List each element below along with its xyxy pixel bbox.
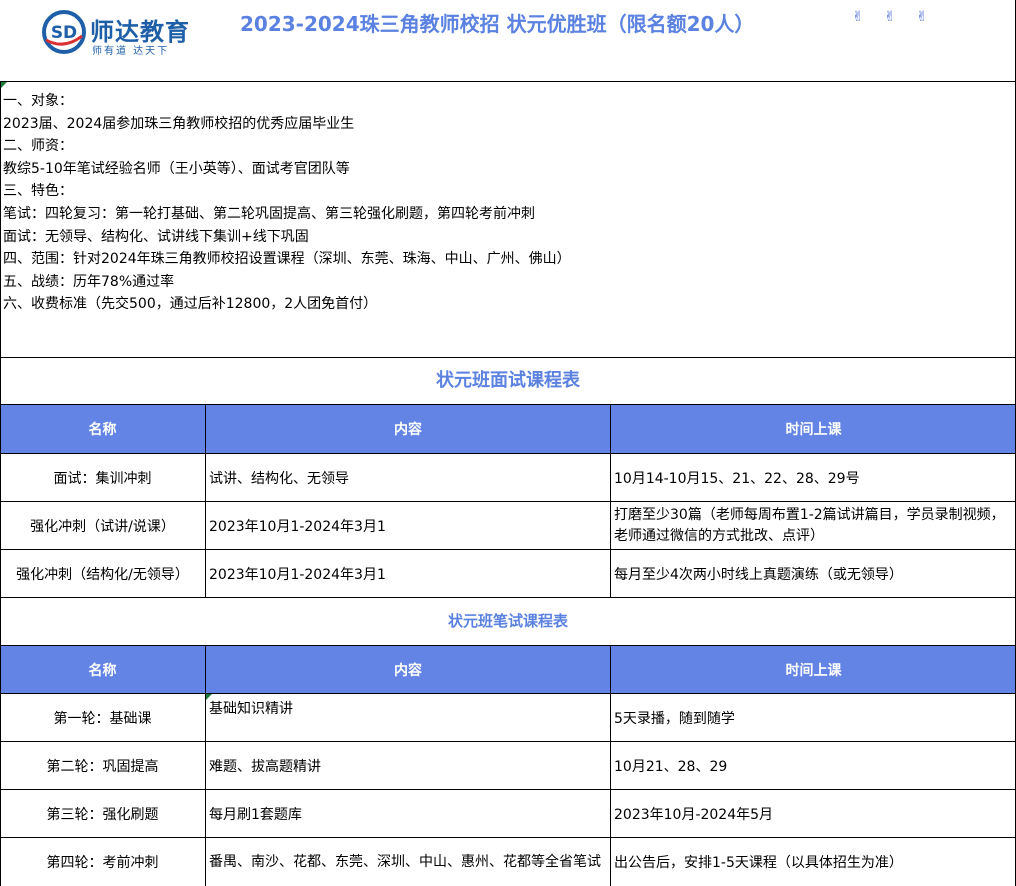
intro-line: 二、师资： <box>3 138 73 155</box>
table-cell: 第二轮：巩固提高 <box>46 758 159 775</box>
intro-line: 三、特色： <box>3 183 73 200</box>
svg-text:SD: SD <box>51 23 77 43</box>
table-cell: 2023年10月1-2024年3月1 <box>209 566 386 583</box>
cell-comment-marker <box>1 82 7 88</box>
column-header-content: 内容 <box>206 405 610 453</box>
intro-line: 五、战绩：历年78%通过率 <box>3 273 175 290</box>
column-header-time: 时间上课 <box>611 646 1016 693</box>
intro-line: 一、对象： <box>3 93 73 109</box>
victory-hand-icon: ✌ <box>852 9 864 25</box>
column-header-content: 内容 <box>206 646 610 693</box>
intro-line: 六、收费标准（先交500，通过后补12800，2人团免首付） <box>3 296 378 313</box>
victory-hand-icon: ✌ <box>916 9 928 25</box>
victory-hand-icon: ✌ <box>884 9 896 25</box>
intro-line: 笔试：四轮复习：第一轮打基础、第二轮巩固提高、第三轮强化刷题，第四轮考前冲刺 <box>3 205 535 222</box>
table-cell: 10月14-10月15、21、22、28、29号 <box>614 470 860 487</box>
table-cell: 每月至少4次两小时线上真题演练（或无领导） <box>614 566 903 583</box>
table-cell: 10月21、28、29 <box>614 758 728 775</box>
logo-slogan: 师有道 达天下 <box>92 46 170 57</box>
written-table-title: 状元班笔试课程表 <box>447 612 568 630</box>
table-cell: 打磨至少30篇（老师每周布置1-2篇试讲篇目，学员录制视频，老师通过微信的方式批… <box>614 506 1005 544</box>
table-cell: 出公告后，安排1-5天课程（以具体招生为准） <box>614 855 903 871</box>
column-header-name: 名称 <box>0 646 205 693</box>
intro-line: 四、范围：针对2024年珠三角教师校招设置课程（深圳、东莞、珠海、中山、广州、佛… <box>3 251 571 268</box>
table-cell: 每月刷1套题库 <box>209 806 302 823</box>
logo-icon: SD <box>42 10 86 54</box>
table-cell: 基础知识精讲 <box>209 701 293 717</box>
page-title: 2023-2024珠三角教师校招 状元优胜班（限名额20人） <box>240 12 755 36</box>
table-cell: 试讲、结构化、无领导 <box>209 470 349 487</box>
table-cell: 强化冲刺（结构化/无领导） <box>16 566 189 583</box>
interview-table-title: 状元班面试课程表 <box>436 370 580 391</box>
intro-line: 2023届、2024届参加珠三角教师校招的优秀应届毕业生 <box>3 115 355 132</box>
intro-line: 面试：无领导、结构化、试讲线下集训+线下巩固 <box>3 228 309 245</box>
column-header-time: 时间上课 <box>611 405 1016 453</box>
table-cell: 难题、拔高题精讲 <box>209 758 321 775</box>
table-cell: 第三轮：强化刷题 <box>46 806 159 823</box>
intro-line: 教综5-10年笔试经验名师（王小英等）、面试考官团队等 <box>3 160 350 177</box>
table-cell: 2023年10月1-2024年3月1 <box>209 518 386 535</box>
spreadsheet: SD 师达教育 师有道 达天下 2023-2024珠三角教师校招 状元优胜班（限… <box>0 0 1016 886</box>
table-cell: 第四轮：考前冲刺 <box>46 855 159 871</box>
cell-comment-marker <box>206 694 212 700</box>
page-header: SD 师达教育 师有道 达天下 2023-2024珠三角教师校招 状元优胜班（限… <box>0 0 1016 82</box>
table-cell: 5天录播，随到随学 <box>614 710 735 727</box>
logo: SD 师达教育 师有道 达天下 <box>42 10 192 58</box>
table-cell: 强化冲刺（试讲/说课） <box>30 518 175 535</box>
table-cell: 面试：集训冲刺 <box>53 470 152 487</box>
table-cell: 第一轮：基础课 <box>53 710 152 727</box>
table-cell: 番禺、南沙、花都、东莞、深圳、中山、惠州、花都等全省笔试 <box>209 853 601 870</box>
column-header-name: 名称 <box>0 405 205 453</box>
intro-block: 一、对象： 2023届、2024届参加珠三角教师校招的优秀应届毕业生 二、师资：… <box>0 90 1016 352</box>
table-cell: 2023年10月-2024年5月 <box>614 806 774 823</box>
